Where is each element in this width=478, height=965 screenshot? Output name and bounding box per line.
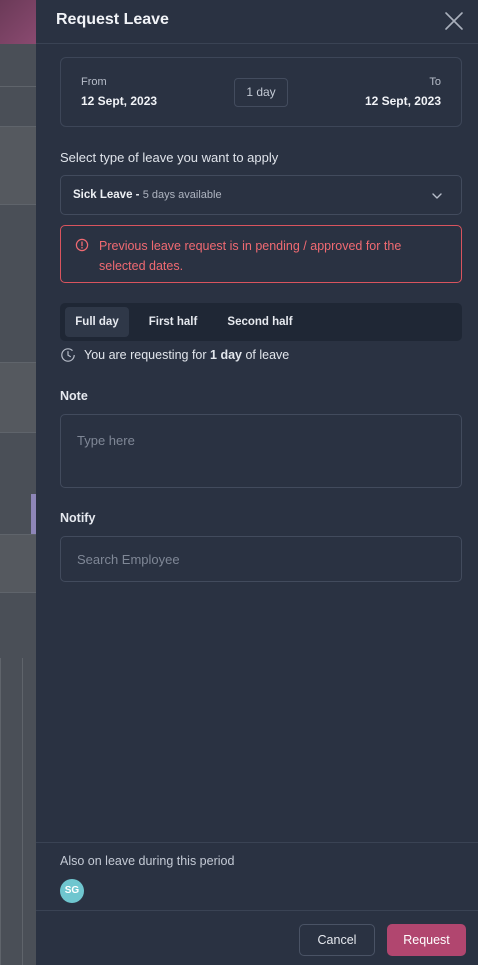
background-divider (0, 658, 1, 965)
request-button[interactable]: Request (387, 924, 466, 956)
background-header-decoration (0, 0, 36, 44)
leave-type-select[interactable]: Sick Leave - 5 days available (60, 175, 462, 215)
background-divider (0, 592, 36, 593)
actions-divider (36, 910, 478, 911)
drawer-header: Request Leave (36, 0, 478, 44)
duration-badge: 1 day (234, 78, 288, 107)
note-label: Note (60, 389, 88, 403)
drawer-title: Request Leave (56, 11, 169, 28)
chevron-down-icon (432, 193, 442, 199)
background-panel (0, 362, 36, 432)
leave-type-selected: Sick Leave - (73, 189, 140, 201)
clock-icon (61, 348, 75, 362)
also-on-leave-label: Also on leave during this period (60, 854, 235, 868)
day-type-segmented-control: Full day First half Second half (60, 303, 462, 341)
footer-divider (36, 842, 478, 843)
background-divider (0, 432, 36, 433)
background-panel (0, 126, 36, 204)
close-icon (445, 12, 463, 30)
leave-summary: You are requesting for 1 day of leave (60, 347, 289, 363)
search-employee-input[interactable] (60, 536, 462, 582)
background-app-strip (0, 0, 36, 965)
alert-message: Previous leave request is in pending / a… (99, 239, 402, 273)
summary-prefix: You are requesting for (84, 348, 211, 362)
note-textarea[interactable] (60, 414, 462, 488)
background-divider (0, 204, 36, 205)
leave-type-availability: 5 days available (142, 189, 222, 201)
from-date[interactable]: 12 Sept, 2023 (81, 94, 157, 108)
background-divider (22, 658, 23, 965)
option-full-day[interactable]: Full day (65, 307, 129, 337)
close-button[interactable] (442, 9, 466, 33)
cancel-button[interactable]: Cancel (299, 924, 375, 956)
background-divider (0, 362, 36, 363)
alert-circle-icon (75, 238, 89, 252)
notify-label: Notify (60, 511, 96, 525)
leave-type-label: Select type of leave you want to apply (60, 150, 279, 165)
error-alert: Previous leave request is in pending / a… (60, 225, 462, 283)
to-label: To (429, 76, 441, 88)
summary-suffix: of leave (241, 348, 290, 362)
avatar[interactable]: SG (60, 879, 84, 903)
request-leave-drawer: Request Leave From 12 Sept, 2023 1 day T… (36, 0, 478, 965)
summary-amount: 1 day (210, 348, 242, 362)
background-panel (0, 534, 36, 592)
background-divider (0, 534, 36, 535)
background-divider (0, 86, 36, 87)
to-date[interactable]: 12 Sept, 2023 (365, 94, 441, 108)
option-second-half[interactable]: Second half (218, 307, 302, 337)
date-range-card: From 12 Sept, 2023 1 day To 12 Sept, 202… (60, 57, 462, 127)
leave-type-value: Sick Leave - 5 days available (73, 189, 222, 201)
from-label: From (81, 76, 107, 88)
background-divider (0, 126, 36, 127)
option-first-half[interactable]: First half (140, 307, 206, 337)
